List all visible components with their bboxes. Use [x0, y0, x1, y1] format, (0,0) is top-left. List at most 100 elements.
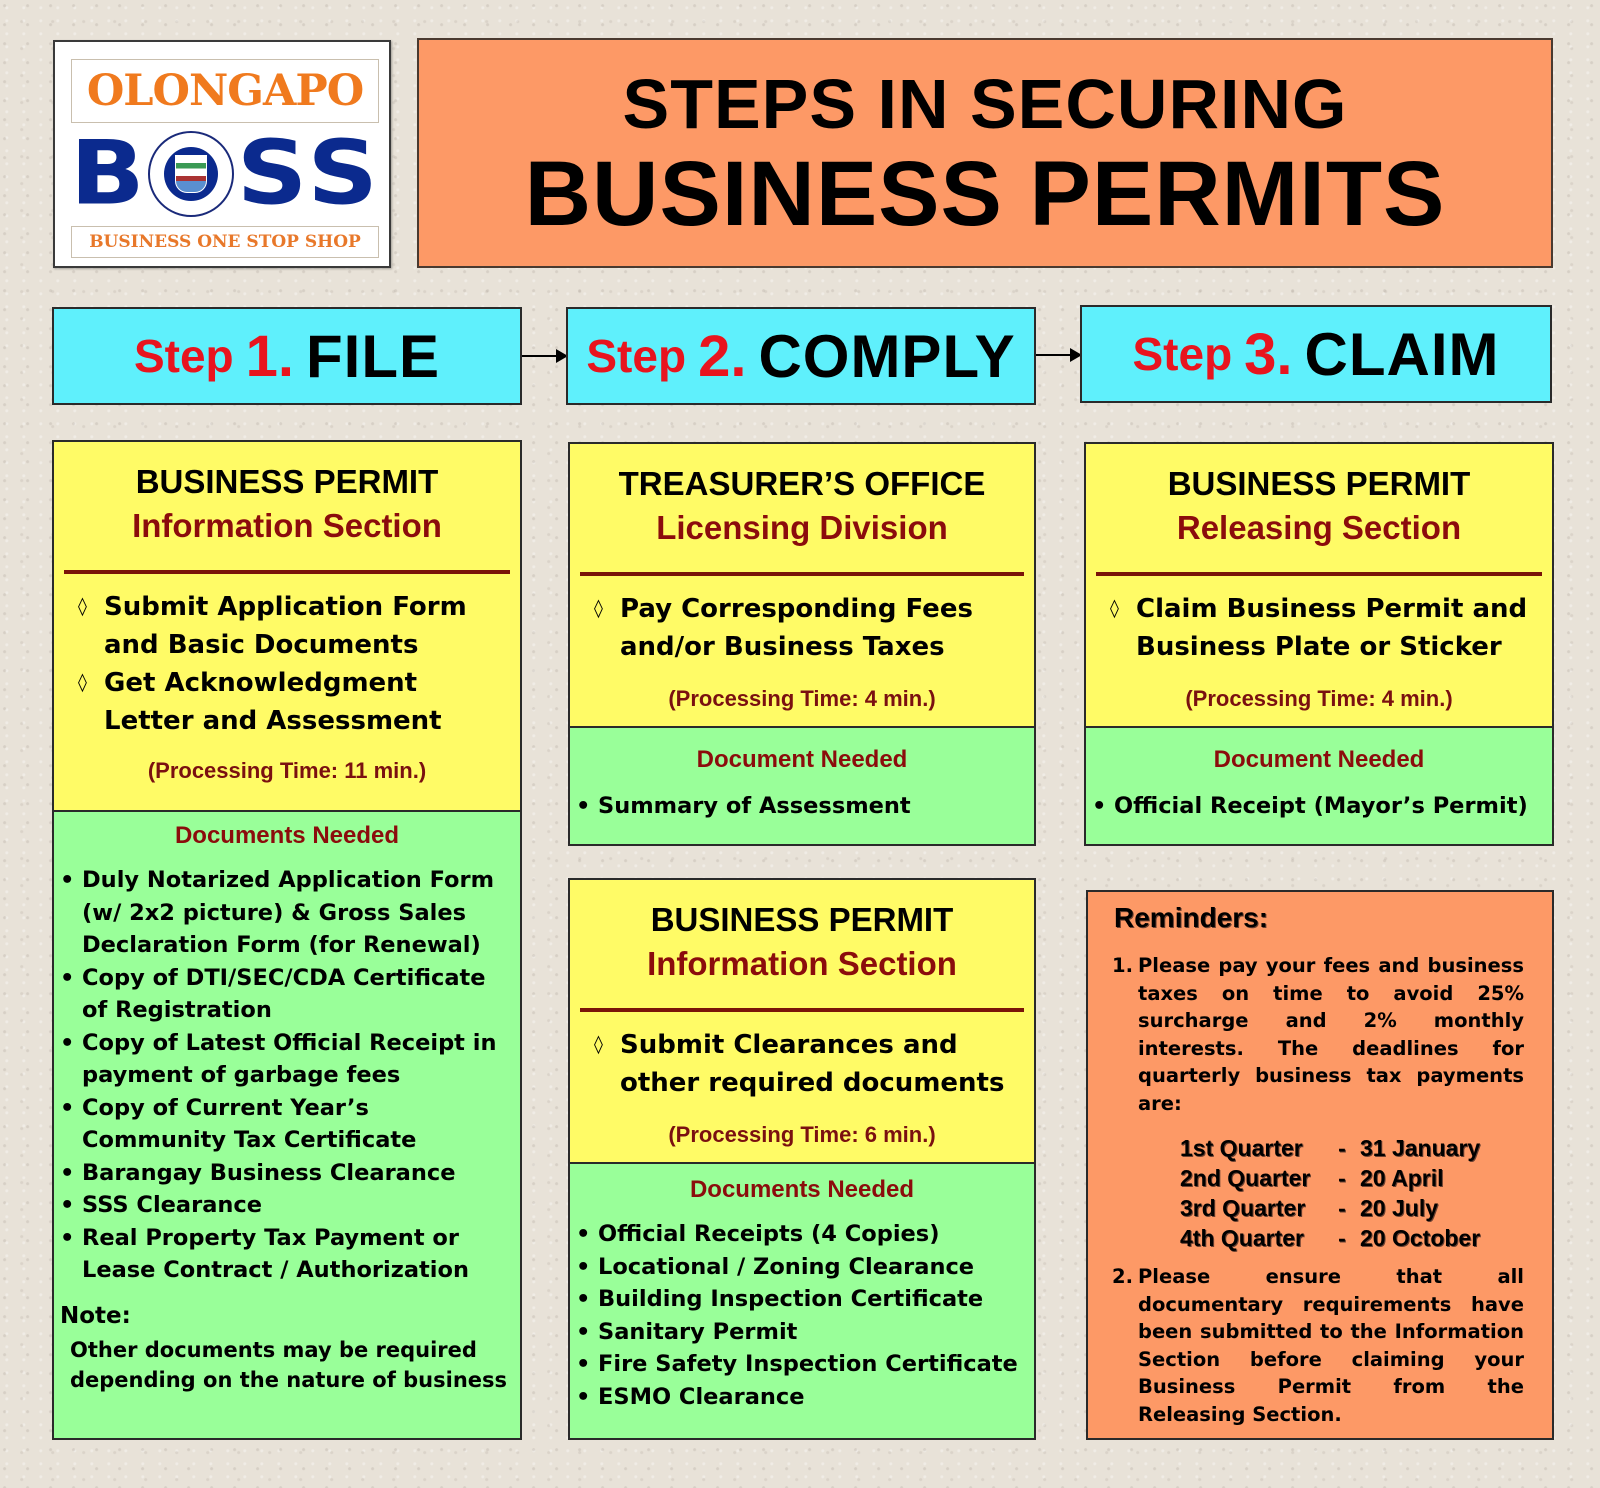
reminder-item: 2. Please ensure that all documentary re… [1112, 1263, 1524, 1428]
document-item: Sanitary Permit [576, 1316, 1028, 1349]
document-item: Barangay Business Clearance [60, 1157, 514, 1190]
divider [580, 1008, 1024, 1012]
diamond-bullet-icon: ◊ [594, 1034, 603, 1055]
document-item: Copy of DTI/SEC/CDA Certificate of Regis… [60, 962, 514, 1027]
step-2-comply: Step 2. COMPLY [566, 307, 1036, 405]
title-line-2: BUSINESS PERMITS [524, 143, 1446, 245]
city-seal-icon [147, 131, 234, 217]
step-2-word: Step [586, 330, 687, 382]
divider [1096, 572, 1542, 576]
note-title: Note: [60, 1302, 131, 1329]
office-name: TREASURER’S OFFICE [618, 465, 986, 502]
deadline-row: 1st Quarter -31 January [1180, 1135, 1481, 1161]
documents-title: Document Needed [1213, 746, 1425, 773]
reminder-item: 1. Please pay your fees and business tax… [1112, 952, 1524, 1117]
logo-tagline: BUSINESS ONE STOP SHOP [89, 232, 361, 252]
office-name: BUSINESS PERMIT [650, 901, 954, 938]
step-3-claim: Step 3. CLAIM [1080, 305, 1552, 403]
releasing-office-panel: BUSINESS PERMIT Releasing Section ◊ Claim… [1084, 442, 1554, 728]
quarterly-deadlines: 1st Quarter -31 January 2nd Quarter -20 Ap… [1180, 1133, 1552, 1253]
step-2-name: COMPLY [758, 322, 1016, 390]
office-section: Information Section [647, 945, 957, 982]
step-2-number: 2. [698, 323, 747, 389]
document-item: Fire Safety Inspection Certificate [576, 1348, 1028, 1381]
step-3-word: Step [1132, 328, 1233, 380]
comply-documents-panel: Documents Needed Official Receipts (4 Co… [568, 1162, 1036, 1440]
page-title: STEPS IN SECURING BUSINESS PERMITS [417, 38, 1553, 268]
processing-time: (Processing Time: 4 min.) [668, 686, 936, 711]
document-item: Official Receipts (4 Copies) [576, 1218, 1028, 1251]
comply-info-panel: BUSINESS PERMIT Information Section ◊ Sub… [568, 878, 1036, 1164]
treasurer-office-panel: TREASURER’S OFFICE Licensing Division ◊ P… [568, 442, 1036, 728]
document-item: Summary of Assessment [576, 790, 1028, 823]
document-item: Official Receipt (Mayor’s Permit) [1092, 790, 1546, 823]
processing-time: (Processing Time: 6 min.) [668, 1122, 936, 1147]
action-list: ◊ Submit Application Form and Basic Docum… [54, 588, 520, 740]
office-section: Releasing Section [1176, 509, 1462, 546]
step-1-file: Step 1. FILE [52, 307, 522, 405]
step-1-number: 1. [245, 323, 295, 389]
logo-letter-s2: S [307, 122, 378, 226]
document-item: Locational / Zoning Clearance [576, 1251, 1028, 1284]
document-item: SSS Clearance [60, 1189, 514, 1222]
logo-city-name: OLONGAPO [86, 66, 364, 116]
action-item: ◊ Submit Clearances and other required do… [594, 1026, 1024, 1102]
logo-city-banner: OLONGAPO [71, 59, 379, 123]
boss-logo: OLONGAPO B S S BUSINESS ONE STOP SHOP [53, 40, 391, 268]
step-1-name: FILE [306, 322, 441, 390]
reminder-text: Please pay your fees and business taxes … [1138, 954, 1524, 1115]
file-office-panel: BUSINESS PERMIT Information Section ◊ Sub… [52, 440, 522, 812]
title-line-1: STEPS IN SECURING [622, 65, 1348, 143]
action-list: ◊ Claim Business Permit and Business Plat… [1086, 590, 1552, 666]
document-item: Copy of Current Year’s Community Tax Cer… [60, 1092, 514, 1157]
note-text: Other documents may be required dependin… [70, 1337, 508, 1392]
releasing-documents-panel: Document Needed Official Receipt (Mayor’… [1084, 726, 1554, 846]
seal-shield-icon [174, 155, 207, 193]
diamond-bullet-icon: ◊ [78, 596, 87, 617]
action-item: ◊ Get Acknowledgment Letter and Assessmen… [78, 664, 510, 740]
step-3-number: 3. [1244, 321, 1293, 387]
office-name: BUSINESS PERMIT [135, 463, 439, 500]
documents-title: Document Needed [696, 746, 908, 773]
reminder-number: 2. [1112, 1265, 1133, 1288]
diamond-bullet-icon: ◊ [594, 598, 603, 619]
document-item: Real Property Tax Payment or Lease Contr… [60, 1222, 514, 1287]
document-item: Duly Notarized Application Form (w/ 2x2 … [60, 864, 514, 962]
step-3-name: CLAIM [1304, 320, 1500, 388]
action-item: ◊ Claim Business Permit and Business Plat… [1110, 590, 1542, 666]
document-item: Copy of Latest Official Receipt in payme… [60, 1027, 514, 1092]
reminder-text: Please ensure that all documentary requi… [1138, 1265, 1524, 1426]
documents-list: Official Receipts (4 Copies) Locational … [570, 1218, 1034, 1413]
office-section: Information Section [132, 507, 442, 544]
documents-title: Documents Needed [174, 822, 400, 849]
documents-list: Official Receipt (Mayor’s Permit) [1086, 790, 1552, 823]
action-item: ◊ Submit Application Form and Basic Docum… [78, 588, 510, 664]
documents-title: Documents Needed [689, 1176, 915, 1203]
action-item: ◊ Pay Corresponding Fees and/or Business … [594, 590, 1024, 666]
treasurer-documents-panel: Document Needed Summary of Assessment [568, 726, 1036, 846]
document-item: ESMO Clearance [576, 1381, 1028, 1414]
reminders-panel: Reminders: 1. Please pay your fees and b… [1086, 890, 1554, 1440]
step-1-word: Step [133, 330, 234, 382]
documents-list: Duly Notarized Application Form (w/ 2x2 … [54, 864, 520, 1287]
file-documents-panel: Documents Needed Duly Notarized Applicat… [52, 810, 522, 1440]
right-arrow-icon [522, 349, 568, 363]
reminders-title: Reminders: [1114, 902, 1269, 933]
deadline-row: 4th Quarter -20 October [1180, 1225, 1481, 1251]
diamond-bullet-icon: ◊ [78, 672, 87, 693]
right-arrow-icon [1036, 348, 1082, 362]
divider [64, 570, 510, 574]
documents-list: Summary of Assessment [570, 790, 1034, 823]
processing-time: (Processing Time: 4 min.) [1185, 686, 1453, 711]
logo-boss-wordmark: B S S [65, 124, 383, 224]
divider [580, 572, 1024, 576]
document-item: Building Inspection Certificate [576, 1283, 1028, 1316]
action-list: ◊ Submit Clearances and other required do… [570, 1026, 1034, 1102]
action-list: ◊ Pay Corresponding Fees and/or Business … [570, 590, 1034, 666]
processing-time: (Processing Time: 11 min.) [147, 758, 427, 783]
deadline-row: 3rd Quarter -20 July [1180, 1195, 1438, 1221]
logo-letter-s1: S [236, 122, 308, 226]
deadline-row: 2nd Quarter -20 April [1180, 1165, 1444, 1191]
diamond-bullet-icon: ◊ [1110, 598, 1119, 619]
office-name: BUSINESS PERMIT [1167, 465, 1471, 502]
